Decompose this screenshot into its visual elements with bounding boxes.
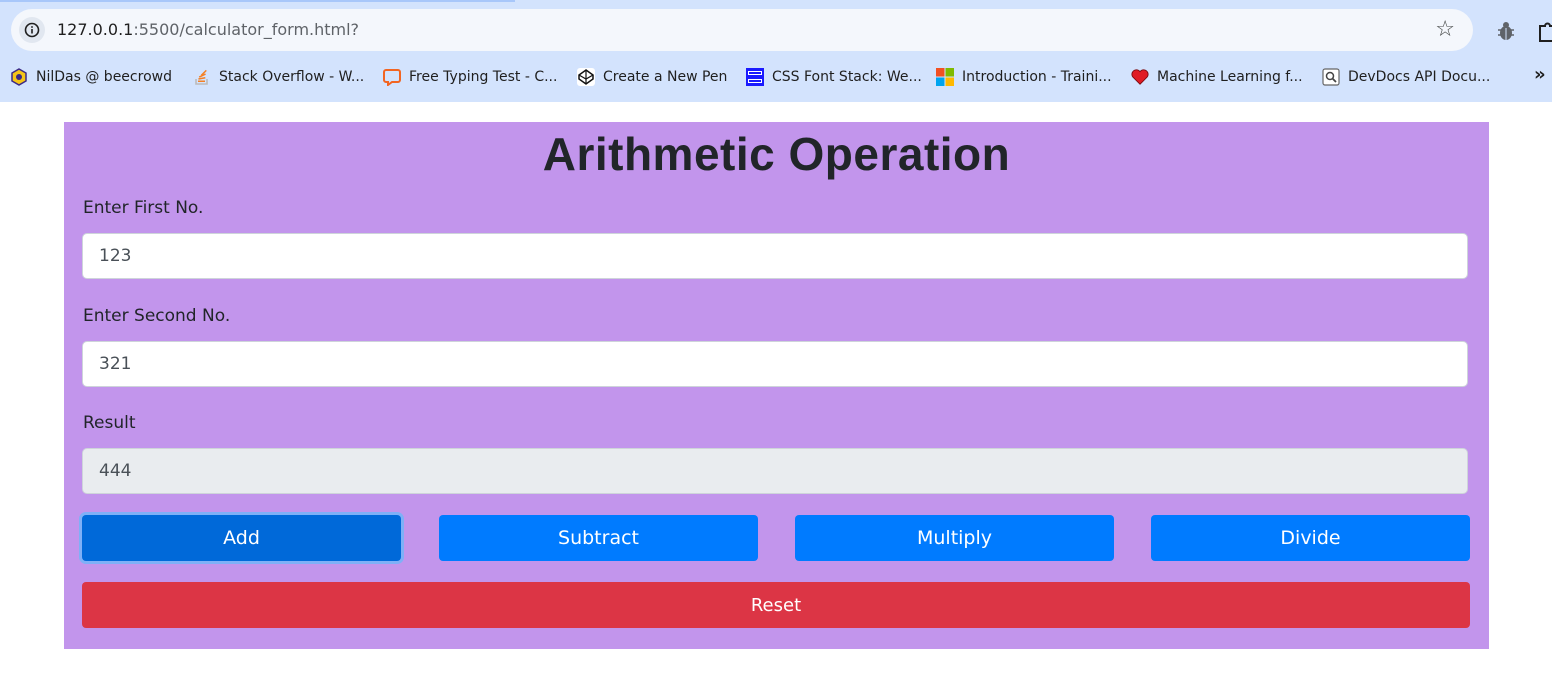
subtract-button[interactable]: Subtract — [439, 515, 758, 561]
bookmark-devdocs[interactable]: DevDocs API Docu... — [1322, 66, 1490, 88]
second-number-input[interactable]: 321 — [82, 341, 1468, 387]
url-path: :5500/calculator_form.html? — [133, 20, 360, 39]
browser-toolbar: 127.0.0.1:5500/calculator_form.html? ☆ N… — [0, 0, 1552, 102]
result-label: Result — [83, 413, 136, 433]
reset-button[interactable]: Reset — [82, 582, 1470, 628]
bug-extension-icon[interactable] — [1496, 20, 1516, 42]
bookmark-label: Free Typing Test - C... — [409, 69, 558, 85]
stackoverflow-icon — [193, 68, 211, 86]
page-title: Arithmetic Operation — [542, 128, 1011, 180]
bookmark-codepen[interactable]: Create a New Pen — [577, 66, 727, 88]
bookmark-cssfontstack[interactable]: CSS Font Stack: We... — [746, 66, 922, 88]
cssfontstack-icon — [746, 68, 764, 86]
bookmark-label: Stack Overflow - W... — [219, 69, 365, 85]
add-button[interactable]: Add — [82, 515, 401, 561]
bookmarks-bar: NilDas @ beecrowd Stack Overflow - W... … — [0, 62, 1552, 92]
beecrowd-icon — [10, 68, 28, 86]
bookmarks-overflow-button[interactable]: » — [1534, 64, 1546, 85]
second-number-label: Enter Second No. — [83, 306, 231, 326]
bookmark-label: Create a New Pen — [603, 69, 728, 85]
bookmark-label: DevDocs API Docu... — [1348, 69, 1491, 85]
address-bar[interactable]: 127.0.0.1:5500/calculator_form.html? ☆ — [11, 9, 1473, 51]
bookmark-label: CSS Font Stack: We... — [772, 69, 922, 85]
bookmark-beecrowd[interactable]: NilDas @ beecrowd — [10, 66, 172, 88]
typing-test-icon — [383, 68, 401, 86]
bookmark-label: Machine Learning f... — [1157, 69, 1303, 85]
microsoft-icon — [936, 68, 954, 86]
bookmark-machine-learning[interactable]: Machine Learning f... — [1131, 66, 1303, 88]
site-info-icon[interactable] — [19, 17, 45, 43]
bookmark-star-icon[interactable]: ☆ — [1435, 17, 1455, 43]
divide-button[interactable]: Divide — [1151, 515, 1470, 561]
devdocs-icon — [1322, 68, 1340, 86]
multiply-button[interactable]: Multiply — [795, 515, 1114, 561]
bookmark-stackoverflow[interactable]: Stack Overflow - W... — [193, 66, 364, 88]
calculator-card: Arithmetic Operation Enter First No. 123… — [64, 122, 1489, 649]
result-field: 444 — [82, 448, 1468, 494]
first-number-label: Enter First No. — [83, 198, 204, 218]
url-host: 127.0.0.1 — [57, 20, 134, 39]
codepen-icon — [577, 68, 595, 86]
bookmark-label: NilDas @ beecrowd — [36, 69, 172, 85]
bookmark-label: Introduction - Traini... — [962, 69, 1112, 85]
bookmark-microsoft-training[interactable]: Introduction - Traini... — [936, 66, 1112, 88]
first-number-input[interactable]: 123 — [82, 233, 1468, 279]
bookmark-typing-test[interactable]: Free Typing Test - C... — [383, 66, 557, 88]
url-text[interactable]: 127.0.0.1:5500/calculator_form.html? — [57, 20, 359, 39]
heart-icon — [1131, 68, 1149, 86]
extensions-puzzle-icon[interactable] — [1538, 20, 1552, 42]
